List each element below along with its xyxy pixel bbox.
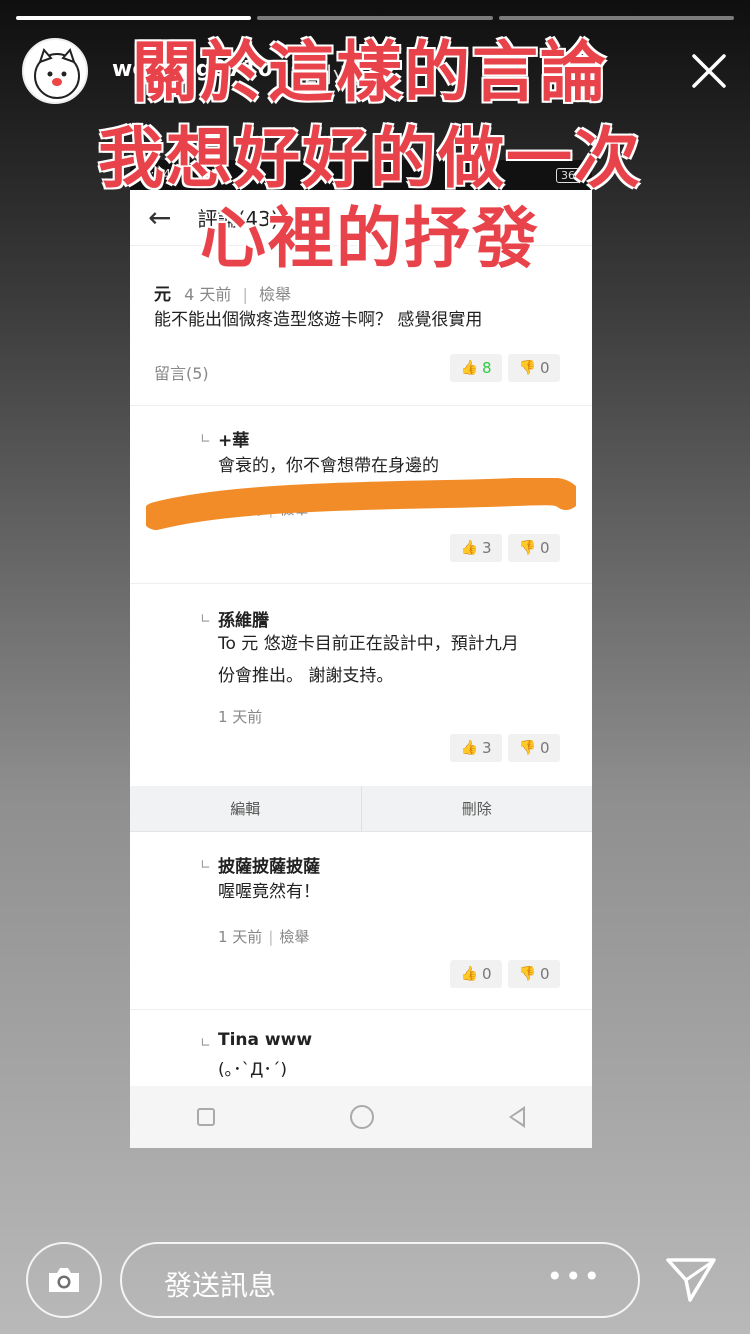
thumbs-down-icon: 👎 — [518, 540, 536, 556]
thumbs-down-icon: 👎 — [518, 360, 536, 376]
reply-text-line-2: 份會推出。 謝謝支持。 — [218, 666, 394, 686]
edit-button[interactable]: 編輯 — [130, 786, 362, 831]
caption-line-2: 我想好好的做一次 — [98, 120, 642, 197]
message-input[interactable]: 發送訊息 ••• — [120, 1242, 640, 1318]
thumbs-up-icon: 👍 — [460, 360, 478, 376]
thumbs-up-icon: 👍 — [460, 540, 478, 556]
home-icon — [349, 1105, 374, 1129]
progress-segment-3 — [498, 16, 734, 20]
delete-button[interactable]: 刪除 — [362, 786, 593, 831]
comment-screenshot: 1:14 36 ← 評論(43) 元 4 天前 | 檢舉 能不能出個微疼造型悠遊… — [130, 160, 592, 1148]
like-button[interactable]: 👍 3 — [450, 534, 502, 562]
like-button[interactable]: 👍 8 — [450, 354, 502, 382]
camera-icon — [49, 1268, 79, 1292]
reply-indicator: ∟ — [200, 612, 211, 627]
reply-author: 披薩披薩披薩 — [218, 857, 320, 877]
comment-author: 元 — [154, 285, 171, 305]
dislike-button[interactable]: 👎 0 — [508, 960, 560, 988]
back-triangle-icon — [508, 1106, 525, 1128]
reply-text: 喔喔竟然有！ — [218, 882, 320, 902]
story-progress — [16, 16, 734, 20]
reply-count-link[interactable]: 留言(5) — [154, 360, 209, 384]
comment-time: 4 天前 — [184, 285, 232, 304]
owner-actions: 編輯 刪除 — [130, 786, 592, 832]
more-options-icon[interactable]: ••• — [546, 1260, 602, 1293]
reply-item: ∟ 孫維謄 To 元 悠遊卡目前正在設計中，預計九月 份會推出。 謝謝支持。 1… — [130, 584, 592, 786]
thumbs-down-icon: 👎 — [518, 740, 536, 756]
like-button[interactable]: 👍 0 — [450, 960, 502, 988]
close-icon[interactable] — [688, 50, 730, 92]
reply-author: Tina www — [218, 1030, 313, 1050]
thumbs-up-icon: 👍 — [460, 966, 478, 982]
camera-button[interactable] — [26, 1242, 102, 1318]
reply-indicator: ∟ — [200, 432, 211, 447]
recents-icon — [197, 1108, 216, 1126]
reply-time: 1 天前 — [218, 708, 263, 726]
thumbs-down-icon: 👎 — [518, 966, 536, 982]
reply-item: ∟ 披薩披薩披薩 喔喔竟然有！ 1 天前 | 檢舉 👍 0 👎 0 — [130, 832, 592, 1010]
orange-scribble — [146, 478, 576, 530]
divider: | — [242, 285, 248, 304]
android-nav-bar — [130, 1086, 592, 1148]
reply-time: 1 天前 | 檢舉 — [218, 928, 310, 946]
reply-text: (｡･`Д･´) — [218, 1060, 288, 1080]
reply-indicator: ∟ — [200, 1036, 211, 1051]
message-placeholder: 發送訊息 — [164, 1269, 277, 1302]
like-button[interactable]: 👍 3 — [450, 734, 502, 762]
progress-segment-1 — [16, 16, 252, 20]
comment-text: 能不能出個微疼造型悠遊卡啊？ 感覺很實用 — [154, 310, 483, 330]
caption-line-1: 關於這樣的言論 — [132, 34, 608, 111]
reply-author: +華 — [218, 431, 250, 451]
report-link[interactable]: 檢舉 — [259, 285, 291, 304]
reply-text-line-1: To 元 悠遊卡目前正在設計中，預計九月 — [218, 634, 519, 654]
dislike-button[interactable]: 👎 0 — [508, 354, 560, 382]
dislike-button[interactable]: 👎 0 — [508, 534, 560, 562]
caption-line-3: 心裡的抒發 — [200, 200, 540, 277]
send-icon[interactable] — [664, 1254, 718, 1304]
reply-indicator: ∟ — [200, 858, 211, 873]
dislike-button[interactable]: 👎 0 — [508, 734, 560, 762]
progress-segment-2 — [257, 16, 493, 20]
thumbs-up-icon: 👍 — [460, 740, 478, 756]
